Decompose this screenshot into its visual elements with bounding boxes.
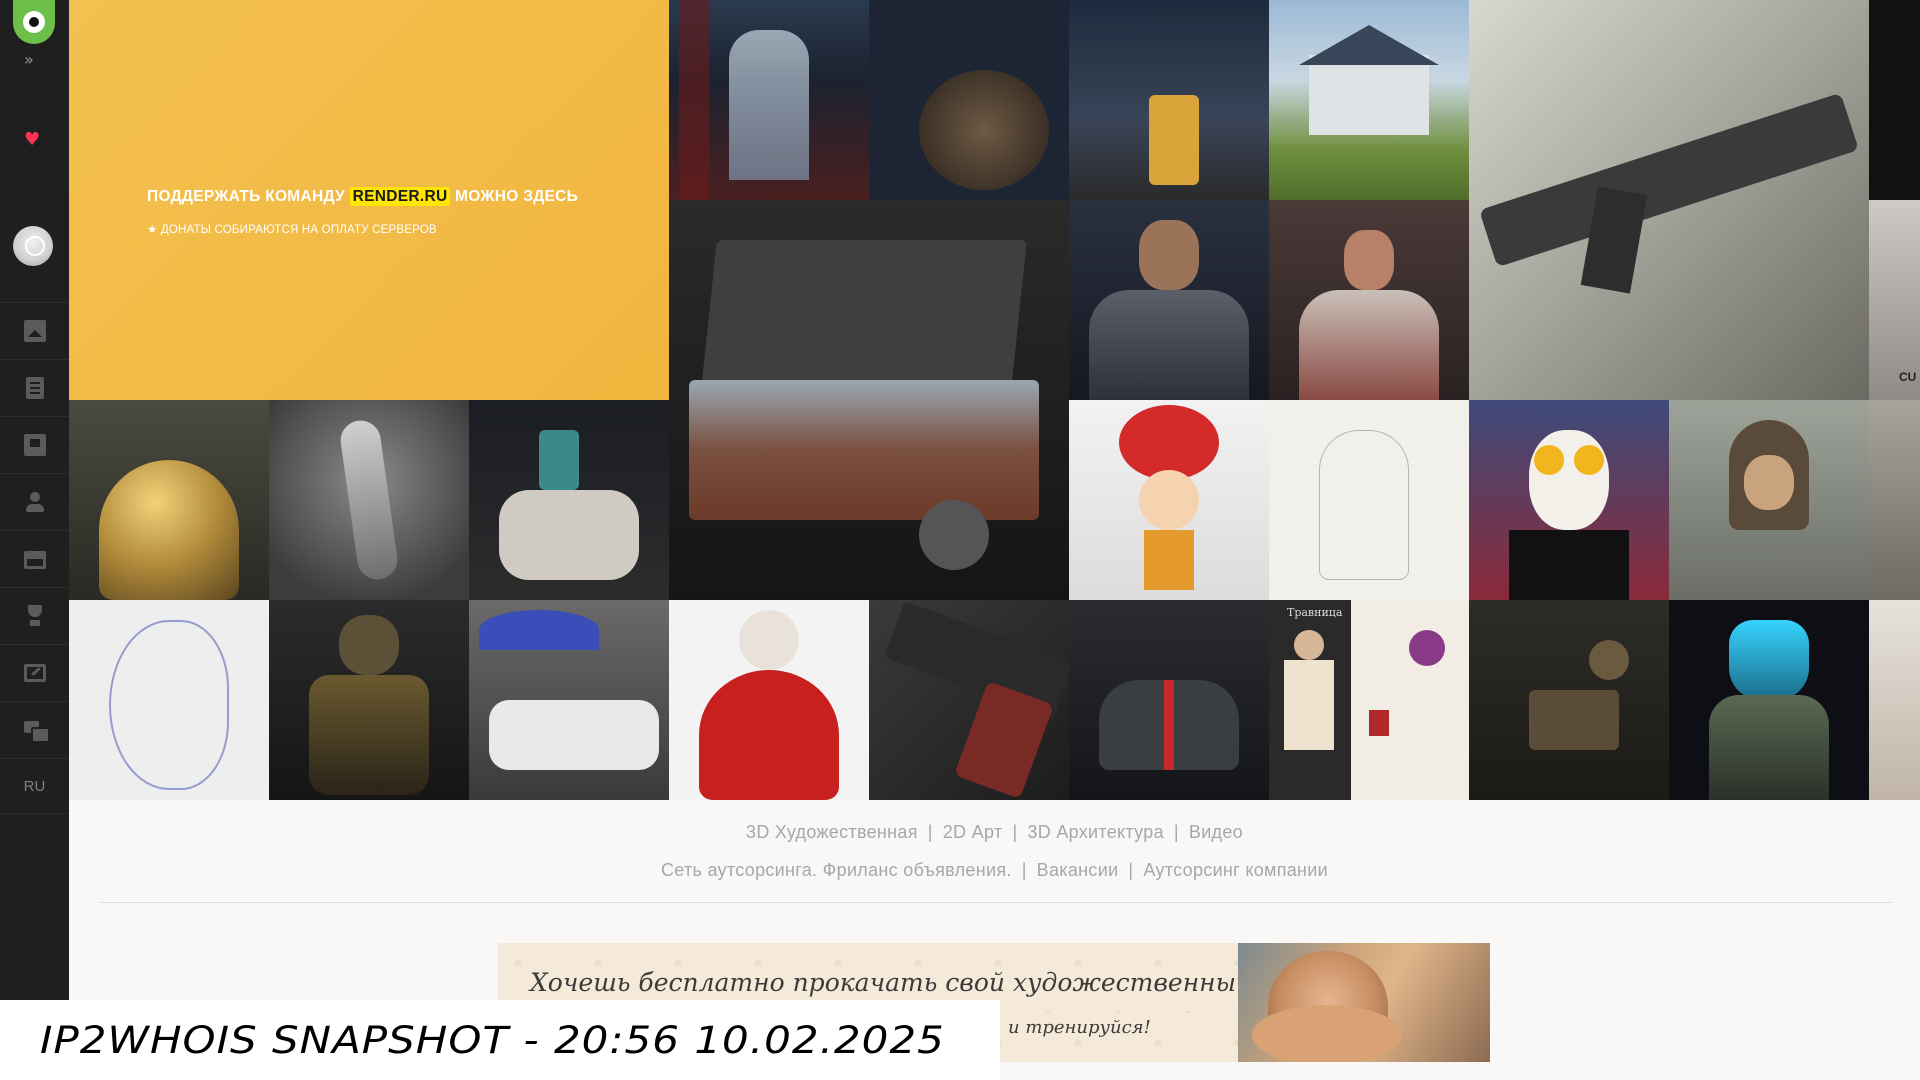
document-icon — [25, 376, 44, 399]
gallery-tile-rifle-on-cloth[interactable] — [1469, 0, 1869, 400]
gallery-tile-dancer[interactable] — [269, 400, 469, 600]
donate-note: ★ ДОНАТЫ СОБИРАЮТСЯ НА ОПЛАТУ СЕРВЕРОВ — [147, 224, 437, 236]
donate-brand[interactable]: RENDER.RU — [349, 187, 451, 206]
gallery-tile-sports-car[interactable] — [1069, 600, 1269, 800]
logo-eye-icon — [23, 11, 45, 33]
trophy-icon — [24, 604, 46, 627]
gallery-tile-vintage-suitcase[interactable] — [669, 200, 1069, 600]
gallery-tile-hooded-figure[interactable] — [1669, 400, 1869, 600]
gallery-tile-mushroom-character[interactable] — [1069, 400, 1269, 600]
sidebar-item-contests[interactable] — [0, 587, 69, 643]
gallery-tile-scifi-corridor[interactable] — [669, 0, 869, 200]
expand-sidebar-icon[interactable]: » — [24, 52, 34, 68]
link-separator: | — [927, 822, 933, 842]
herbal-book-title: Травница — [1287, 606, 1343, 619]
gallery-tile-desert-warrior[interactable] — [1269, 200, 1469, 400]
language-switch[interactable]: RU — [0, 758, 69, 814]
gallery-tile-red-dress-lady[interactable] — [669, 600, 869, 800]
promo-heading: Хочешь бесплатно прокачать свой художест… — [530, 968, 1351, 997]
link-separator: | — [1173, 822, 1179, 842]
sidebar-item-video[interactable] — [0, 530, 69, 586]
gallery-tile-edge-dark[interactable] — [1869, 0, 1920, 200]
gallery-tile-muscle-car[interactable] — [469, 600, 669, 800]
person-icon — [24, 491, 46, 513]
gallery-tile-clown-portrait[interactable] — [1469, 400, 1669, 600]
link-outsourcing-companies[interactable]: Аутсорсинг компании — [1143, 860, 1328, 880]
donate-title-suffix: МОЖНО ЗДЕСЬ — [450, 188, 579, 205]
link-separator: | — [1128, 860, 1134, 880]
snapshot-watermark: IP2WHOIS SNAPSHOT - 20:56 10.02.2025 — [0, 1000, 1000, 1080]
favorites-heart-icon[interactable]: ♥ — [24, 131, 40, 149]
image-icon — [23, 319, 46, 342]
gallery-tile-armored-knight[interactable] — [1069, 200, 1269, 400]
gallery-tile-dining-table[interactable] — [869, 0, 1069, 200]
gallery-tile-ice-knight[interactable] — [1669, 600, 1869, 800]
link-video[interactable]: Видео — [1189, 822, 1243, 842]
screen-icon — [23, 663, 46, 682]
gallery-tile-ink-mermaid[interactable] — [69, 600, 269, 800]
sidebar-item-gallery[interactable] — [0, 302, 69, 358]
link-3d-art[interactable]: 3D Художественная — [746, 822, 918, 842]
sidebar-item-people[interactable] — [0, 473, 69, 529]
category-links: 3D Художественная | 2D Арт | 3D Архитектура |… — [69, 822, 1920, 843]
donate-title-prefix: ПОДДЕРЖАТЬ КОМАНДУ — [147, 188, 350, 205]
user-avatar[interactable] — [13, 226, 53, 266]
gallery-tile-edge-figure[interactable] — [1869, 400, 1920, 600]
sidebar-item-forum[interactable] — [0, 701, 69, 757]
gallery-tile-herbal-book[interactable]: Травница — [1269, 600, 1469, 800]
link-vacancies[interactable]: Вакансии — [1037, 860, 1119, 880]
donate-banner[interactable]: ПОДДЕРЖАТЬ КОМАНДУ RENDER.RU МОЖНО ЗДЕСЬ… — [69, 0, 669, 400]
link-separator: | — [1021, 860, 1027, 880]
book-icon — [23, 433, 46, 456]
chat-icon — [23, 719, 50, 743]
gallery-tile-horse-battle[interactable] — [469, 400, 669, 600]
sidebar-item-lessons[interactable] — [0, 416, 69, 472]
film-icon — [23, 550, 46, 569]
site-logo[interactable] — [13, 0, 55, 44]
gallery-tile-workshop-scene[interactable] — [1469, 600, 1669, 800]
link-2d-art[interactable]: 2D Арт — [943, 822, 1003, 842]
gallery-tile-edge-room[interactable] — [1869, 600, 1920, 800]
promo-subtext: и тренируйся! — [1008, 1017, 1151, 1038]
link-3d-architecture[interactable]: 3D Архитектура — [1027, 822, 1163, 842]
sidebar: » ♥ RU — [0, 0, 69, 1080]
gallery-tile-golden-dome[interactable] — [69, 400, 269, 600]
service-links: Сеть аутсорсинга. Фриланс объявления. | Ва… — [69, 860, 1920, 881]
language-label: RU — [23, 777, 46, 795]
gallery-tile-robot-soldier[interactable] — [269, 600, 469, 800]
gallery-tile-country-house[interactable] — [1269, 0, 1469, 200]
link-separator: | — [1012, 822, 1018, 842]
promo-character-illustration — [1238, 943, 1490, 1062]
donate-title: ПОДДЕРЖАТЬ КОМАНДУ RENDER.RU МОЖНО ЗДЕСЬ — [147, 187, 579, 206]
gallery-tile-pencil-sketch[interactable] — [1269, 400, 1469, 600]
sidebar-item-portfolio[interactable] — [0, 644, 69, 700]
divider — [100, 902, 1892, 903]
gallery-tile-edge-poster[interactable]: CU — [1869, 200, 1920, 400]
sidebar-item-articles[interactable] — [0, 359, 69, 415]
link-outsourcing-network[interactable]: Сеть аутсорсинга. Фриланс объявления. — [661, 860, 1012, 880]
gallery-tile-tram-street[interactable] — [1069, 0, 1269, 200]
snapshot-watermark-text: IP2WHOIS SNAPSHOT - 20:56 10.02.2025 — [40, 1018, 945, 1063]
edge-poster-label: CU — [1899, 370, 1917, 384]
gallery-tile-pistol[interactable] — [869, 600, 1069, 800]
